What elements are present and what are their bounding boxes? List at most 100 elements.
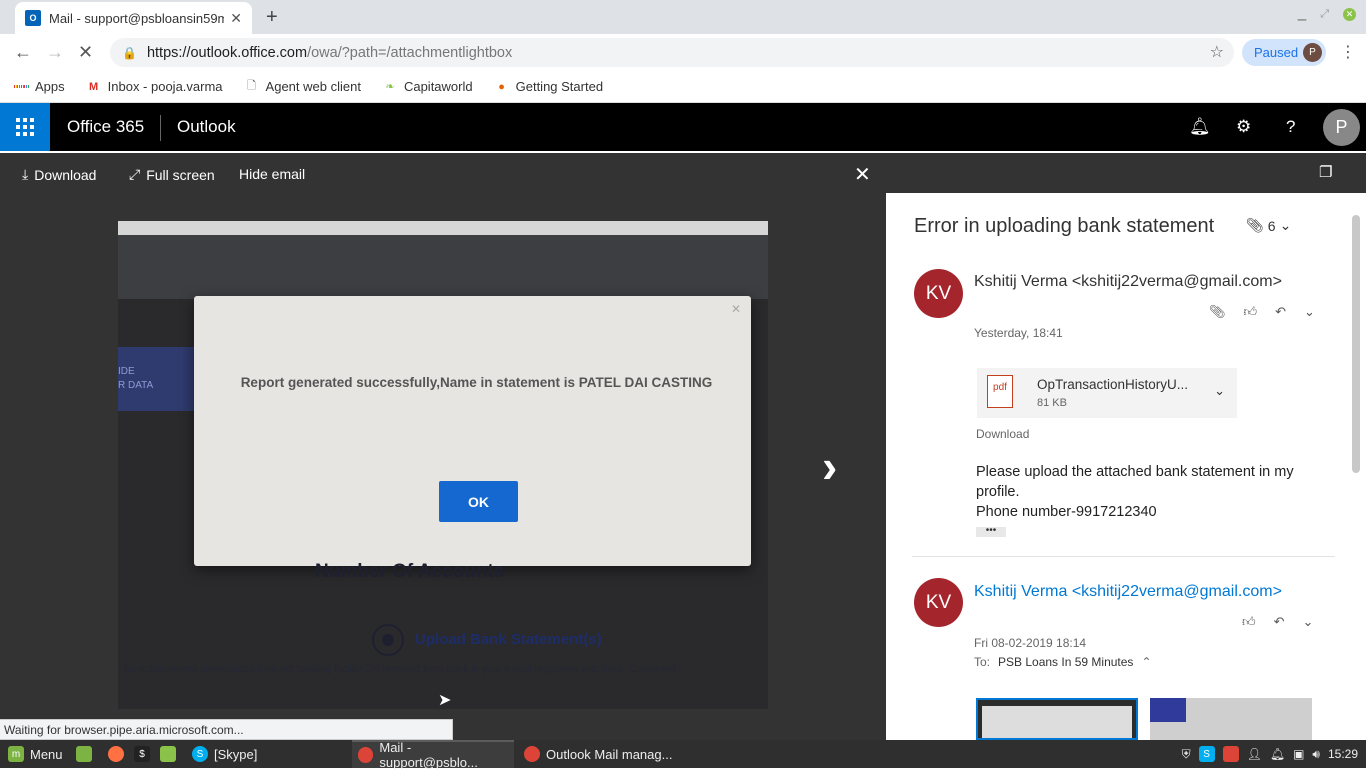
message-date: Fri 08-02-2019 18:14 [974,636,1087,650]
download-button[interactable]: ⤓ Download [22,166,96,183]
launcher-files[interactable] [70,740,98,768]
like-icon[interactable]: 👍︎ [1244,304,1258,320]
url-field[interactable]: 🔒 https://outlook.office.com/owa/?path=/… [110,38,1234,67]
recipients-line: To: PSB Loans In 59 Minutes ⌃ [974,655,1152,669]
gear-icon[interactable]: ⚙ [1236,117,1251,137]
browser-menu-icon[interactable]: ⋮ [1340,42,1356,62]
profile-status: Paused [1254,45,1299,60]
photo-header [118,235,768,299]
system-tray: ⛨ S 👤︎ 🔔︎ ▣ 🔊︎ 15:29 [1182,746,1358,762]
photo-fine-print: bank statements downloaded from net bank… [124,664,676,675]
profile-paused-button[interactable]: Paused P [1242,39,1326,66]
stop-icon[interactable]: ✕ [78,42,93,63]
network-icon[interactable]: ▣ [1293,747,1304,761]
launcher-firefox[interactable] [102,740,130,768]
more-actions-chevron-icon[interactable]: ⌄ [1304,304,1315,320]
upload-bank-statement-label: Upload Bank Statement(s) [415,631,602,648]
hide-email-button[interactable]: Hide email [239,166,305,182]
browser-tab[interactable]: O Mail - support@psbloansin59m ✕ [15,2,252,34]
to-value[interactable]: PSB Loans In 59 Minutes [998,655,1133,669]
bookmark-getting-started[interactable]: ● Getting Started [495,79,603,94]
download-icon: ⤓ [22,166,29,182]
reply-icon[interactable]: ↶ [1275,304,1286,320]
mint-logo-icon: m [8,746,24,762]
window-controls: ▁ ⤢ ✕ [1298,8,1356,21]
bell-icon[interactable]: 🔔︎ [1189,117,1211,137]
maximize-icon[interactable]: ⤢ [1320,8,1329,21]
attachment-download-link[interactable]: Download [976,427,1029,441]
skype-icon: S [192,746,208,762]
office-brand[interactable]: Office 365 [67,117,144,137]
user-icon[interactable]: 👤︎ [1247,747,1262,761]
bookmark-capitaworld[interactable]: ❧ Capitaworld [383,79,472,94]
help-icon[interactable]: ? [1286,117,1295,137]
taskbar-chrome-outlook[interactable]: Outlook Mail manag... [518,740,680,768]
files-icon [76,746,92,762]
message-actions: 👍︎ ↶ ⌄ [1242,614,1313,630]
start-menu-button[interactable]: m Menu [2,740,69,768]
user-avatar[interactable]: P [1323,109,1360,146]
hide-email-label: Hide email [239,166,306,182]
office-header: Office 365 Outlook 🔔︎ ⚙ ? P [0,103,1366,151]
lightbox-toolbar: ⤓ Download ⤢ Full screen Hide email ✕ ❐ [0,153,1366,193]
window-close-icon[interactable]: ✕ [1343,8,1356,21]
full-screen-label: Full screen [146,166,215,183]
next-attachment-icon[interactable]: › [822,439,837,493]
sender-name[interactable]: Kshitij Verma <kshitij22verma@gmail.com> [974,273,1282,291]
gmail-icon: M [89,80,99,93]
shield-icon[interactable]: ⛨ [1182,747,1191,762]
more-actions-chevron-icon[interactable]: ⌄ [1303,614,1314,630]
launcher-terminal[interactable]: $ [128,740,156,768]
skype-tray-icon[interactable]: S [1198,746,1215,762]
bookmark-agent-web-client[interactable]: 🗋 Agent web client [245,79,361,94]
chevron-up-icon[interactable]: ⌃ [1141,655,1151,669]
launcher-folder[interactable] [154,740,182,768]
tab-title: Mail - support@psbloansin59m [49,10,225,26]
app-name[interactable]: Outlook [177,117,236,137]
minimize-icon[interactable]: ▁ [1298,8,1306,21]
full-screen-button[interactable]: ⤢ Full screen [129,166,215,183]
bell-icon[interactable]: 🔔︎ [1270,747,1285,761]
message-actions: 📎︎ 👍︎ ↶ ⌄ [1209,304,1315,320]
bookmark-inbox[interactable]: M Inbox - pooja.varma [87,79,223,94]
chevron-down-icon[interactable]: ⌄ [1214,383,1225,399]
reply-icon[interactable]: ↶ [1274,614,1285,630]
chrome-icon [358,747,374,763]
message-date: Yesterday, 18:41 [974,326,1063,340]
menu-label: Menu [30,746,63,762]
app-launcher-button[interactable] [0,103,50,151]
taskbar-skype[interactable]: S [Skype] [186,740,346,768]
back-icon[interactable]: ← [14,42,32,63]
new-tab-icon[interactable]: + [266,6,278,29]
sender-avatar[interactable]: KV [914,269,963,318]
popout-icon[interactable]: ❐ [1319,163,1332,181]
photo-side-text: IDE R DATA [118,366,154,391]
taskbar-chrome-mail[interactable]: Mail - support@psblo... [352,740,514,770]
forward-icon[interactable]: → [46,42,64,63]
chrome-icon [524,746,540,762]
attachment-card[interactable]: pdf OpTransactionHistoryU... 81 KB ⌄ [977,368,1237,418]
attachment-thumbnail[interactable] [976,698,1138,740]
terminal-icon: $ [134,746,150,762]
sender-name[interactable]: Kshitij Verma <kshitij22verma@gmail.com> [974,583,1282,601]
bookmark-star-icon[interactable]: ☆ [1210,42,1224,62]
to-label: To: [974,655,991,669]
bookmark-apps[interactable]: Apps [14,79,65,94]
expand-icon: ⤢ [129,166,141,182]
sender-avatar[interactable]: KV [914,578,963,627]
volume-icon[interactable]: 🔊︎ [1312,747,1320,762]
attachment-thumbnail[interactable] [1150,698,1312,740]
close-lightbox-icon[interactable]: ✕ [854,162,871,187]
show-more-button[interactable]: ••• [976,526,1006,537]
reading-pane-scrollbar[interactable] [1352,215,1360,473]
attachment-count: 6 [1267,217,1276,234]
chrome-tray-icon[interactable] [1222,746,1239,762]
browser-tab-bar: O Mail - support@psbloansin59m ✕ + ▁ ⤢ ✕ [0,0,1366,34]
taskbar-item-label: Mail - support@psblo... [379,740,478,770]
bookmark-label: Inbox - pooja.varma [107,79,223,94]
like-icon[interactable]: 👍︎ [1242,614,1256,630]
clock[interactable]: 15:29 [1328,747,1358,761]
paperclip-icon: 📎︎ [1246,217,1264,233]
close-tab-icon[interactable]: ✕ [230,10,242,27]
attachment-count-button[interactable]: 📎︎ 6 ⌄ [1246,217,1291,234]
